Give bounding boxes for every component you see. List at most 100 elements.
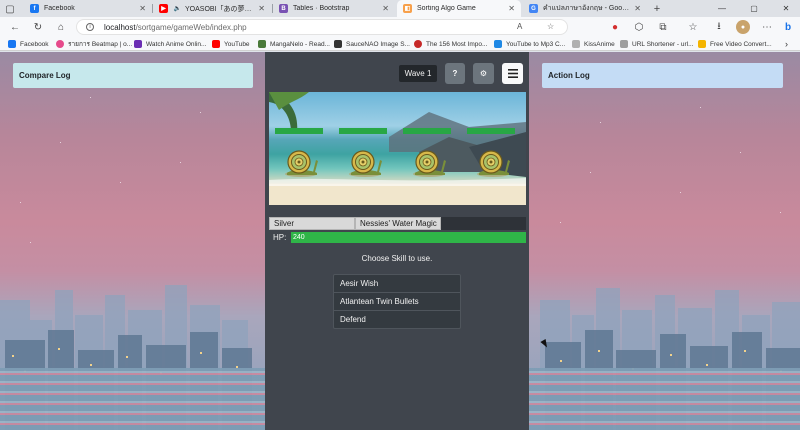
enemy-hp-bar	[339, 128, 387, 134]
close-icon[interactable]: ✕	[508, 4, 515, 13]
enemy-hp-bar	[403, 128, 451, 134]
bookmark-video-converter[interactable]: Free Video Convert...	[698, 39, 772, 49]
folder-icon	[698, 40, 706, 48]
kissanime-icon	[572, 40, 580, 48]
skill-defend[interactable]: Defend	[333, 310, 461, 329]
no-entry-icon	[414, 40, 422, 48]
downloads-icon[interactable]: ⭳	[712, 20, 726, 34]
bookmark-label: URL Shortener - url...	[632, 40, 694, 48]
bookmark-label: YouTube to Mp3 C...	[506, 40, 566, 48]
tab-actions-icon[interactable]: ▢	[3, 2, 17, 16]
player-hp-row: HP: 240	[269, 231, 526, 244]
snail-enemy[interactable]	[283, 146, 319, 178]
gear-icon: ⚙	[479, 69, 488, 78]
bookmark-label: The 156 Most Impo...	[426, 40, 488, 48]
read-aloud-icon[interactable]: A	[517, 22, 522, 31]
bootstrap-icon: B	[279, 4, 288, 13]
player-name: Silver	[269, 217, 355, 230]
tab-title: Facebook	[44, 5, 75, 12]
hp-bar-fill: 240	[291, 232, 526, 243]
maximize-icon[interactable]: ▢	[744, 0, 764, 17]
bookmark-label: SauceNAO Image S...	[346, 40, 410, 48]
extension-record-icon[interactable]: ●	[608, 20, 622, 34]
bookmarks-overflow-icon[interactable]: ›	[785, 39, 788, 49]
reload-icon[interactable]: ↻	[31, 20, 45, 34]
tab-bootstrap[interactable]: B Tables · Bootstrap ✕	[273, 0, 395, 17]
bookmark-youtube-mp3[interactable]: YouTube to Mp3 C...	[494, 39, 565, 49]
favorite-star-icon[interactable]: ☆	[547, 22, 554, 31]
bookmark-label: รายการ Beatmap | o...	[68, 41, 133, 48]
snail-enemy[interactable]	[347, 146, 383, 178]
youtube-icon: ▶	[159, 4, 168, 13]
back-icon[interactable]: ←	[8, 20, 22, 34]
close-icon[interactable]: ✕	[634, 4, 641, 13]
skill-aesir-wish[interactable]: Aesir Wish	[333, 274, 461, 293]
bookmark-manganelo[interactable]: MangaNelo - Read...	[258, 39, 330, 49]
window-close-icon[interactable]: ✕	[776, 0, 796, 17]
snail-enemy[interactable]	[475, 146, 511, 178]
bookmark-anime[interactable]: Watch Anime Onlin...	[134, 39, 206, 49]
bookmark-facebook[interactable]: Facebook	[8, 39, 49, 49]
browser-toolbar: ← ↻ ⌂ i localhost/sortgame/gameWeb/index…	[0, 17, 800, 37]
bookmark-beatmap[interactable]: รายการ Beatmap | o...	[56, 39, 132, 49]
enemy-hp-bar	[467, 128, 515, 134]
skill-prompt: Choose Skill to use.	[361, 254, 433, 263]
tab-bar: ▢ f Facebook ✕ ▶ 🔈 YOASOBI「あの夢をなぞって」Ti… …	[0, 0, 800, 17]
enemy-hp-bar	[275, 128, 323, 134]
tab-google-search[interactable]: G คำแปลภาษาอังกฤษ - Google Search ✕	[523, 0, 647, 17]
collections-icon[interactable]: ⧉	[656, 20, 670, 34]
hp-value: 240	[293, 234, 305, 241]
tab-title: คำแปลภาษาอังกฤษ - Google Search	[543, 5, 631, 12]
manga-icon	[258, 40, 266, 48]
site-info-icon[interactable]: i	[86, 23, 94, 31]
tab-sorting-algo-game[interactable]: ◧ Sorting Algo Game ✕	[397, 0, 521, 17]
youtube-icon	[212, 40, 220, 48]
help-button[interactable]: ?	[445, 63, 465, 84]
osu-icon	[56, 40, 64, 48]
address-bar[interactable]: i localhost/sortgame/gameWeb/index.php A…	[76, 19, 568, 35]
address-url: localhost/sortgame/gameWeb/index.php	[104, 23, 247, 32]
close-icon[interactable]: ✕	[139, 4, 146, 13]
page-favicon-icon: ◧	[403, 4, 412, 13]
menu-button[interactable]	[502, 63, 523, 84]
skill-atlantean-twin-bullets[interactable]: Atlantean Twin Bullets	[333, 292, 461, 311]
compare-log-title: Compare Log	[19, 71, 71, 80]
skill-list: Aesir Wish Atlantean Twin Bullets Defend	[333, 274, 461, 329]
bookmark-saucenao[interactable]: SauceNAO Image S...	[334, 39, 410, 49]
bing-icon[interactable]: b	[781, 20, 795, 34]
hp-bar-track: 240	[291, 232, 526, 243]
player-status-row: Silver Nessies' Water Magic	[269, 217, 526, 230]
tab-title: Sorting Algo Game	[417, 5, 476, 12]
game-panel: Wave 1 ? ⚙ Silver Nessies' Water Magic H…	[265, 52, 529, 430]
more-menu-icon[interactable]: ⋯	[760, 20, 774, 34]
extension-icon[interactable]: ⬡	[632, 20, 646, 34]
snail-enemy[interactable]	[411, 146, 447, 178]
bookmark-label: MangaNelo - Read...	[270, 40, 330, 48]
profile-avatar[interactable]: ●	[736, 20, 750, 34]
audio-playing-icon[interactable]: 🔈	[173, 4, 182, 13]
link-icon	[620, 40, 628, 48]
favorites-icon[interactable]: ☆	[686, 20, 700, 34]
close-icon[interactable]: ✕	[382, 4, 389, 13]
url-host: localhost	[104, 22, 136, 32]
bookmark-label: Free Video Convert...	[710, 40, 772, 48]
hamburger-icon	[507, 69, 518, 78]
settings-button[interactable]: ⚙	[473, 63, 494, 84]
home-icon[interactable]: ⌂	[54, 20, 68, 34]
saucenao-icon	[334, 40, 342, 48]
close-icon[interactable]: ✕	[258, 4, 265, 13]
wave-indicator: Wave 1	[399, 65, 437, 82]
tab-facebook[interactable]: f Facebook ✕	[24, 0, 152, 17]
bookmark-kissanime[interactable]: KissAnime	[572, 39, 615, 49]
bookmark-youtube[interactable]: YouTube	[212, 39, 250, 49]
bookmark-156-words[interactable]: The 156 Most Impo...	[414, 39, 487, 49]
tab-yoasobi[interactable]: ▶ 🔈 YOASOBI「あの夢をなぞって」Ti… ✕	[153, 0, 271, 17]
tab-title: Tables · Bootstrap	[293, 5, 350, 12]
bookmark-label: YouTube	[224, 40, 250, 48]
bookmarks-bar: Facebook รายการ Beatmap | o... Watch Ani…	[0, 37, 800, 51]
new-tab-button[interactable]: +	[650, 2, 664, 16]
player-buff-status: Nessies' Water Magic	[355, 217, 441, 230]
minimize-icon[interactable]: —	[712, 0, 732, 17]
bookmark-url-shortener[interactable]: URL Shortener - url...	[620, 39, 694, 49]
google-icon: G	[529, 4, 538, 13]
